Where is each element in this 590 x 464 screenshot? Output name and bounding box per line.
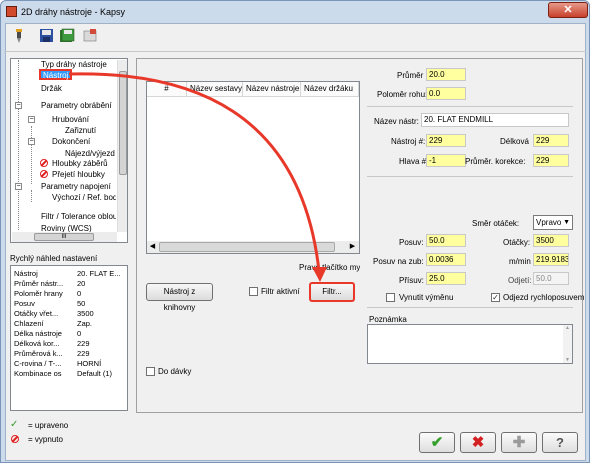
help-button[interactable]: ? xyxy=(542,432,578,453)
callout-arrow xyxy=(68,72,327,282)
dialog-window: 2D dráhy nástroje - Kapsy ✕ Typ dráhy ná… xyxy=(0,0,590,463)
ok-button[interactable]: ✔ xyxy=(419,432,455,453)
cancel-button[interactable]: ✖ xyxy=(460,432,496,453)
add-button[interactable]: ✚ xyxy=(501,432,537,453)
